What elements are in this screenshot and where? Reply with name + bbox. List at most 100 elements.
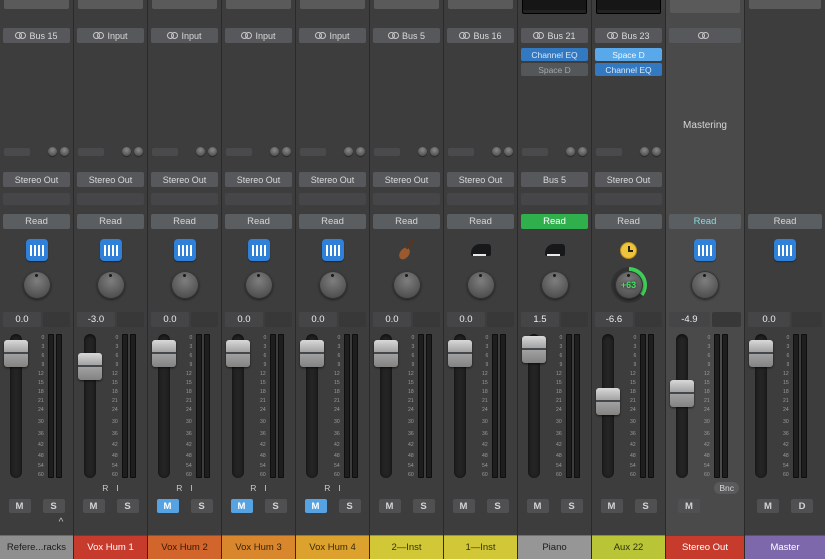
send-knob[interactable] xyxy=(270,147,279,156)
send-knob[interactable] xyxy=(208,147,217,156)
fader-handle[interactable] xyxy=(448,340,472,367)
pan-knob[interactable] xyxy=(541,271,569,299)
send-knob[interactable] xyxy=(640,147,649,156)
track-name[interactable]: Piano xyxy=(518,535,591,559)
fader-handle[interactable] xyxy=(522,336,546,363)
track-icon-area[interactable] xyxy=(745,237,825,263)
track-name[interactable]: Vox Hum 4 xyxy=(296,535,369,559)
plugin-slot-partial[interactable] xyxy=(374,0,439,9)
record-enable-button[interactable]: R xyxy=(102,482,108,494)
mute-button[interactable]: M xyxy=(601,499,623,513)
output-slot[interactable]: Stereo Out xyxy=(373,172,440,187)
fader-handle[interactable] xyxy=(78,353,102,380)
track-name[interactable]: Aux 22 xyxy=(592,535,665,559)
pan-knob[interactable] xyxy=(97,271,125,299)
send-knob[interactable] xyxy=(122,147,131,156)
mute-button[interactable]: M xyxy=(9,499,31,513)
plugin-slot[interactable]: Space D xyxy=(595,48,662,61)
fader-handle[interactable] xyxy=(749,340,773,367)
volume-value[interactable]: -3.0 xyxy=(77,312,115,327)
output-slot[interactable]: Stereo Out xyxy=(77,172,144,187)
solo-button[interactable]: S xyxy=(43,499,65,513)
plugin-slot-partial[interactable] xyxy=(749,0,821,9)
input-slot[interactable] xyxy=(669,28,741,43)
solo-button[interactable]: S xyxy=(635,499,657,513)
plugin-slot[interactable]: Space D xyxy=(521,63,588,76)
solo-button[interactable]: S xyxy=(487,499,509,513)
volume-value[interactable]: 0.0 xyxy=(447,312,485,327)
track-icon-area[interactable] xyxy=(148,237,221,263)
send-knob[interactable] xyxy=(504,147,513,156)
pan-knob[interactable] xyxy=(23,271,51,299)
automation-mode-button[interactable]: Read xyxy=(299,214,366,229)
track-name[interactable]: Vox Hum 1 xyxy=(74,535,147,559)
collapse-arrow-icon[interactable] xyxy=(55,518,67,530)
track-name[interactable]: Refere...racks xyxy=(0,535,73,559)
group-slot[interactable] xyxy=(595,193,662,205)
send-slot[interactable] xyxy=(448,148,474,156)
mute-button[interactable]: M xyxy=(757,499,779,513)
plugin-slot-partial[interactable] xyxy=(522,0,587,14)
track-name[interactable]: Stereo Out xyxy=(666,535,744,559)
input-monitor-button[interactable]: I xyxy=(338,482,340,494)
plugin-slot-partial[interactable] xyxy=(4,0,69,9)
plugin-slot-partial[interactable] xyxy=(596,0,661,14)
output-slot[interactable]: Stereo Out xyxy=(299,172,366,187)
fader-handle[interactable] xyxy=(374,340,398,367)
volume-value[interactable]: -6.6 xyxy=(595,312,633,327)
automation-mode-button[interactable]: Read xyxy=(373,214,440,229)
input-slot[interactable]: Bus 16 xyxy=(447,28,514,43)
bounce-button[interactable]: Bnc xyxy=(714,482,739,494)
output-slot[interactable]: Stereo Out xyxy=(151,172,218,187)
send-slot[interactable] xyxy=(78,148,104,156)
plugin-slot-partial[interactable] xyxy=(152,0,217,9)
input-slot[interactable]: Input xyxy=(225,28,292,43)
input-slot[interactable]: Bus 5 xyxy=(373,28,440,43)
track-name[interactable]: 2—Inst xyxy=(370,535,443,559)
record-enable-button[interactable]: R xyxy=(324,482,330,494)
input-slot[interactable]: Input xyxy=(299,28,366,43)
mute-button[interactable]: M xyxy=(231,499,253,513)
input-monitor-button[interactable]: I xyxy=(264,482,266,494)
output-slot[interactable]: Stereo Out xyxy=(595,172,662,187)
pan-knob[interactable] xyxy=(245,271,273,299)
send-slot[interactable] xyxy=(596,148,622,156)
track-icon-area[interactable] xyxy=(666,237,744,263)
send-slot[interactable] xyxy=(4,148,30,156)
fader-handle[interactable] xyxy=(152,340,176,367)
fader-handle[interactable] xyxy=(226,340,250,367)
track-icon-area[interactable] xyxy=(296,237,369,263)
input-monitor-button[interactable]: I xyxy=(116,482,118,494)
group-slot[interactable] xyxy=(373,193,440,205)
solo-button[interactable]: S xyxy=(561,499,583,513)
input-slot[interactable]: Bus 15 xyxy=(3,28,70,43)
plugin-slot-partial[interactable] xyxy=(226,0,291,9)
pan-knob[interactable] xyxy=(691,271,719,299)
track-icon-area[interactable] xyxy=(518,237,591,263)
group-slot[interactable] xyxy=(447,193,514,205)
mute-button[interactable]: M xyxy=(83,499,105,513)
group-slot[interactable] xyxy=(77,193,144,205)
send-knob[interactable] xyxy=(578,147,587,156)
volume-value[interactable]: 0.0 xyxy=(3,312,41,327)
send-knob[interactable] xyxy=(652,147,661,156)
automation-mode-button[interactable]: Read xyxy=(521,214,588,229)
record-enable-button[interactable]: R xyxy=(176,482,182,494)
group-slot[interactable] xyxy=(3,193,70,205)
volume-value[interactable]: 0.0 xyxy=(225,312,263,327)
solo-button[interactable]: S xyxy=(191,499,213,513)
track-icon-area[interactable] xyxy=(444,237,517,263)
plugin-slot-partial[interactable] xyxy=(300,0,365,9)
input-slot[interactable]: Bus 21 xyxy=(521,28,588,43)
record-enable-button[interactable]: R xyxy=(250,482,256,494)
input-monitor-button[interactable]: I xyxy=(190,482,192,494)
automation-mode-button[interactable]: Read xyxy=(595,214,662,229)
fader-handle[interactable] xyxy=(300,340,324,367)
track-icon-area[interactable] xyxy=(370,237,443,263)
send-knob[interactable] xyxy=(134,147,143,156)
send-slot[interactable] xyxy=(226,148,252,156)
automation-mode-button[interactable]: Read xyxy=(225,214,292,229)
group-slot[interactable] xyxy=(521,193,588,205)
mute-button[interactable]: M xyxy=(379,499,401,513)
mute-button[interactable]: M xyxy=(527,499,549,513)
